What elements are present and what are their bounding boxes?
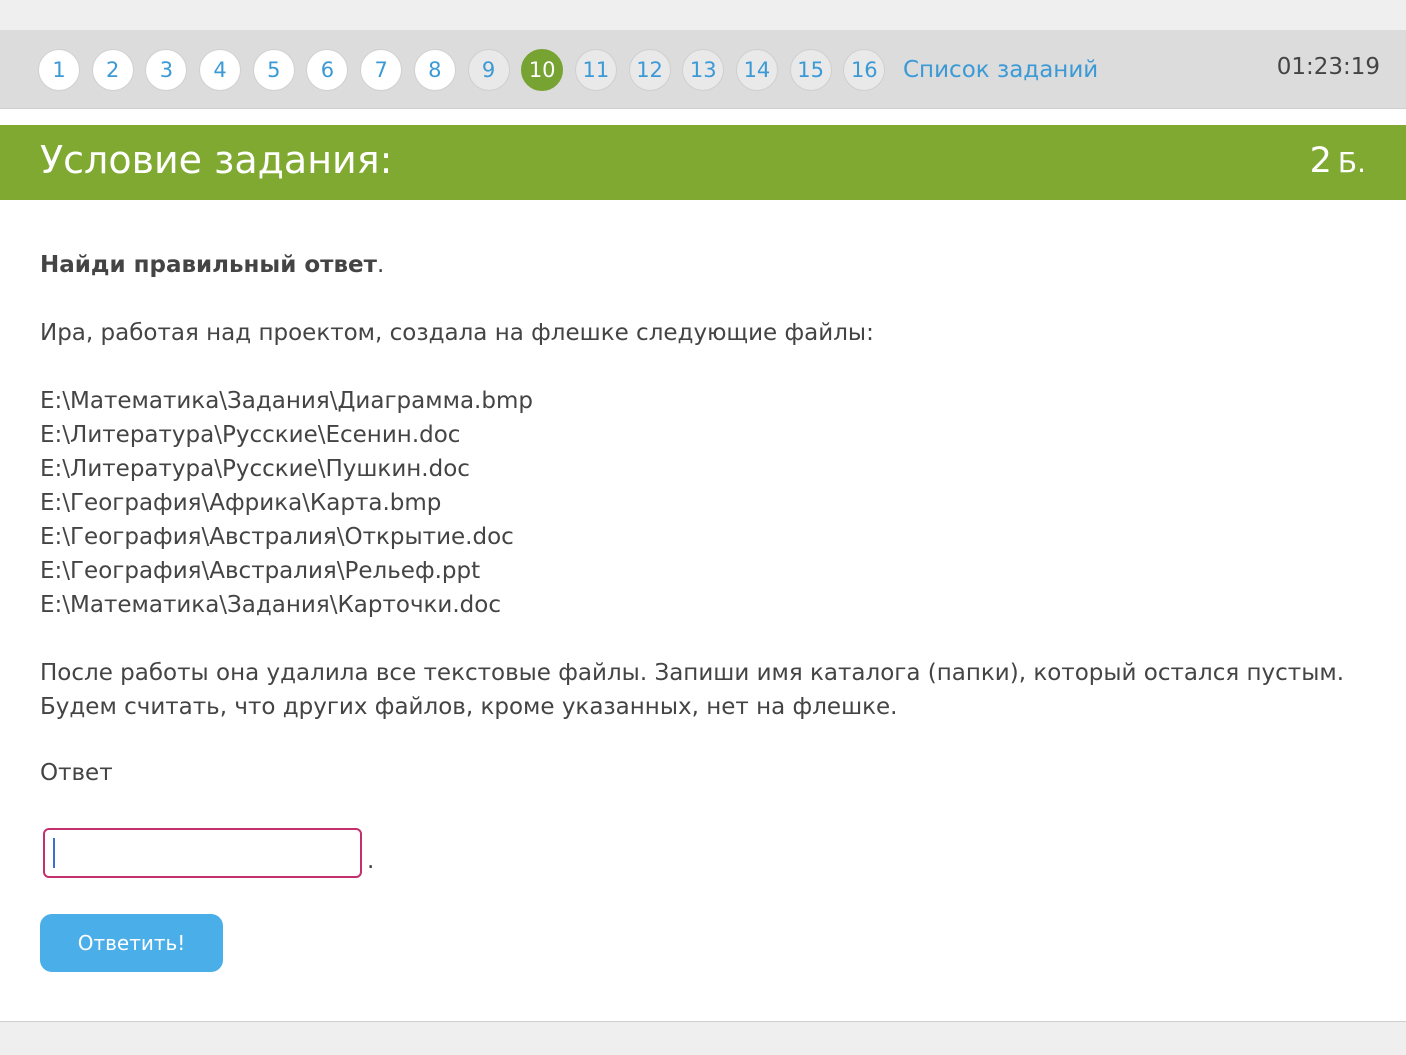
task-number-list: 1 2 3 4 5 6 7 8 9 10 11 12 13 14 15 16 С…: [38, 49, 1098, 91]
task-number-5[interactable]: 5: [252, 49, 295, 91]
file-path: E:\География\Африка\Карта.bmp: [40, 490, 442, 516]
task-number-14[interactable]: 14: [735, 49, 778, 91]
instruction-end: .: [376, 252, 385, 278]
answer-row: .: [43, 828, 374, 878]
instruction-bold: Найди правильный ответ: [40, 252, 377, 278]
answer-input[interactable]: [43, 828, 362, 878]
task-number-3[interactable]: 3: [145, 49, 188, 91]
file-path: E:\Математика\Задания\Карточки.doc: [40, 592, 501, 618]
task-number-15[interactable]: 15: [789, 49, 832, 91]
file-path: E:\География\Австралия\Рельеф.ppt: [40, 558, 481, 584]
task-question: После работы она удалила все текстовые ф…: [40, 660, 1345, 720]
answer-input-wrap: [43, 828, 362, 878]
points-unit: Б.: [1337, 146, 1366, 179]
task-header-bar: Условие задания: 2 Б.: [0, 125, 1406, 200]
task-number-6[interactable]: 6: [306, 49, 349, 91]
answer-label: Ответ: [40, 760, 113, 786]
file-path: E:\Математика\Задания\Диаграмма.bmp: [40, 388, 533, 414]
task-number-10-current[interactable]: 10: [521, 49, 564, 91]
points-value: 2: [1309, 141, 1332, 181]
submit-answer-button[interactable]: Ответить!: [40, 914, 223, 972]
top-strip: [0, 0, 1406, 30]
task-points: 2 Б.: [1310, 141, 1366, 181]
task-list-link[interactable]: Список заданий: [903, 57, 1098, 83]
task-number-1[interactable]: 1: [38, 49, 80, 91]
answer-suffix: .: [367, 848, 375, 874]
task-text: Найди правильный ответ. Ира, работая над…: [40, 248, 1370, 724]
task-condition-title: Условие задания:: [40, 138, 393, 182]
instruction: Найди правильный ответ.: [40, 248, 1370, 282]
file-path: E:\География\Австралия\Открытие.doc: [40, 524, 514, 550]
file-path: E:\Литература\Русские\Есенин.doc: [40, 422, 461, 448]
task-number-8[interactable]: 8: [413, 49, 456, 91]
task-number-11[interactable]: 11: [574, 49, 617, 91]
countdown-timer: 01:23:19: [1276, 54, 1380, 80]
task-number-2[interactable]: 2: [91, 49, 134, 91]
task-number-16[interactable]: 16: [843, 49, 886, 91]
file-list: E:\Математика\Задания\Диаграмма.bmp E:\Л…: [40, 384, 1370, 622]
file-path: E:\Литература\Русские\Пушкин.doc: [40, 456, 470, 482]
task-navigation-bar: 1 2 3 4 5 6 7 8 9 10 11 12 13 14 15 16 С…: [0, 30, 1406, 109]
task-intro: Ира, работая над проектом, создала на фл…: [40, 320, 874, 346]
task-number-13[interactable]: 13: [682, 49, 725, 91]
task-number-4[interactable]: 4: [199, 49, 242, 91]
task-number-9[interactable]: 9: [467, 49, 510, 91]
task-number-7[interactable]: 7: [360, 49, 403, 91]
task-number-12[interactable]: 12: [628, 49, 671, 91]
bottom-strip: [0, 1021, 1406, 1055]
text-caret: [53, 838, 55, 868]
